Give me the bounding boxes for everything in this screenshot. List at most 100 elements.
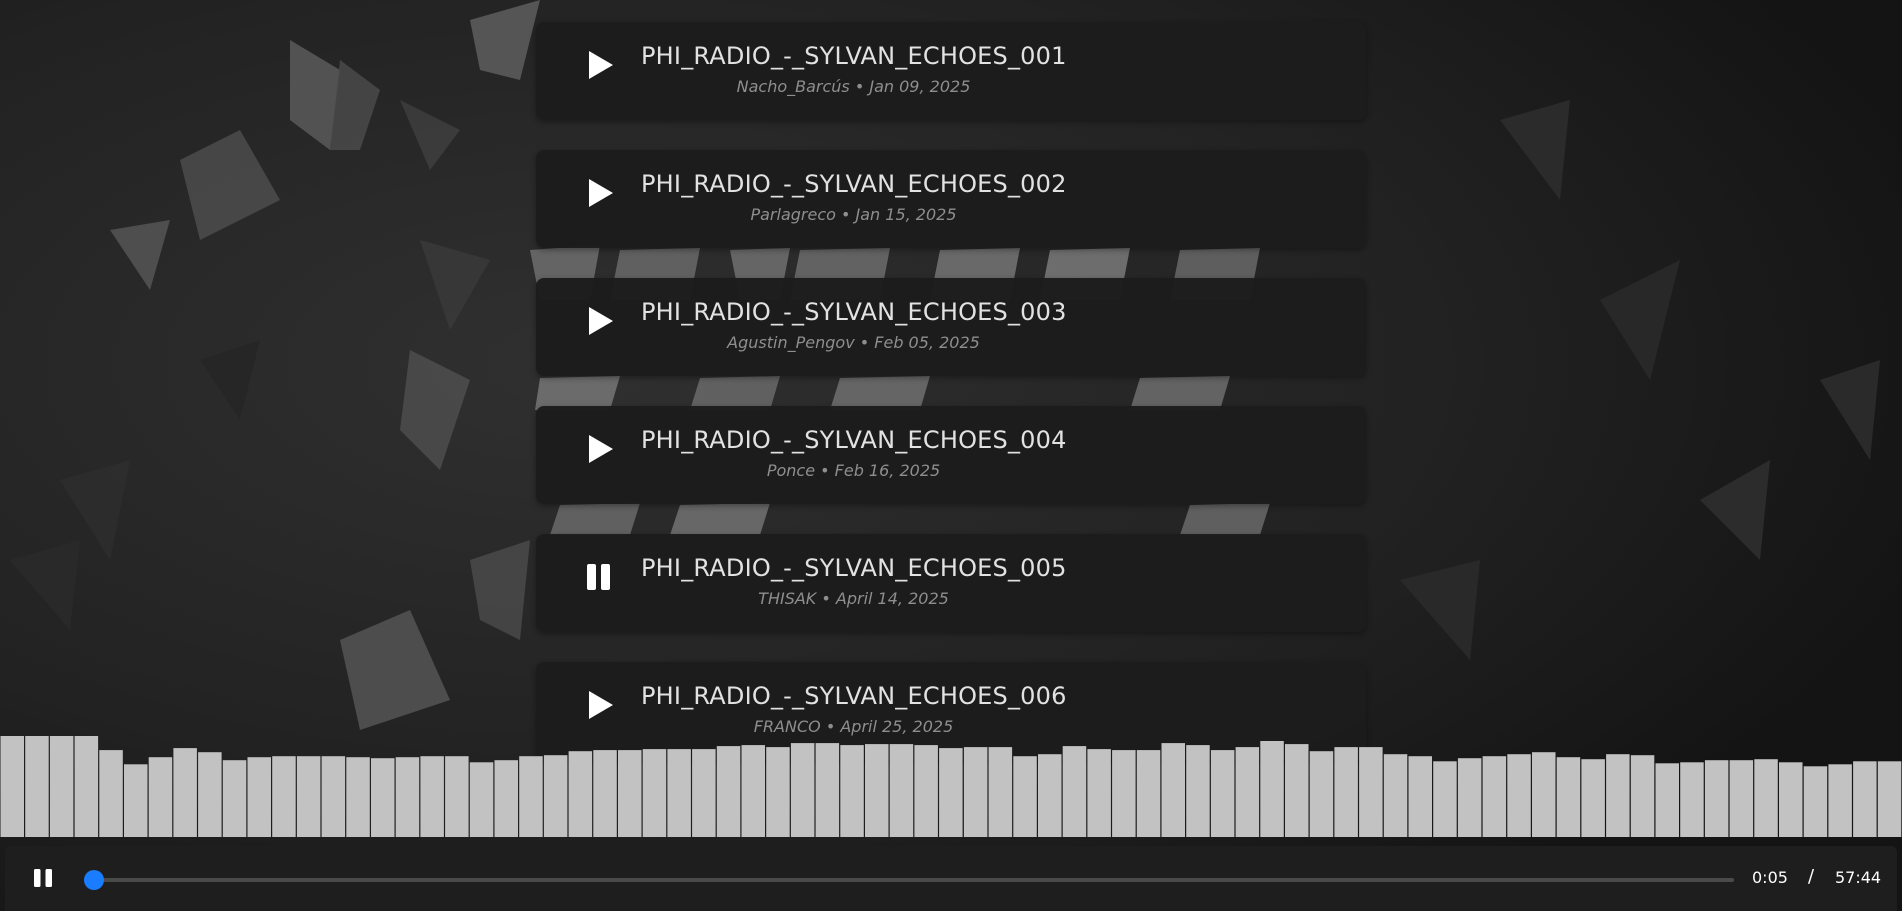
- visualizer-bar: [1655, 763, 1679, 837]
- track-card-005[interactable]: PHI_RADIO_-_SYLVAN_ECHOES_005 THISAK • A…: [536, 534, 1366, 632]
- visualizer-bar: [1038, 754, 1062, 837]
- visualizer-bar: [1581, 759, 1605, 837]
- visualizer-bar: [618, 750, 642, 837]
- visualizer-bar: [494, 760, 518, 837]
- visualizer-bar: [840, 745, 864, 837]
- visualizer-bar: [1383, 754, 1408, 837]
- visualizer-bar: [1112, 750, 1136, 837]
- play-button[interactable]: [582, 432, 616, 466]
- play-button[interactable]: [582, 48, 616, 82]
- visualizer-bar: [99, 750, 123, 837]
- visualizer-bar: [1235, 747, 1260, 837]
- track-title: PHI_RADIO_-_SYLVAN_ECHOES_004: [641, 426, 1067, 454]
- visualizer-bar: [1359, 747, 1383, 837]
- track-meta: Parlagreco • Jan 15, 2025: [750, 205, 957, 224]
- audio-visualizer: [0, 736, 1902, 837]
- visualizer-bar: [1704, 760, 1729, 837]
- track-title: PHI_RADIO_-_SYLVAN_ECHOES_005: [641, 554, 1067, 582]
- visualizer-bar: [1630, 755, 1655, 837]
- visualizer-bar: [1161, 743, 1185, 837]
- pause-icon: [587, 564, 610, 590]
- visualizer-bar: [1013, 756, 1037, 837]
- play-icon: [589, 179, 613, 207]
- play-button[interactable]: [582, 688, 616, 722]
- visualizer-bar: [1136, 750, 1161, 837]
- track-title: PHI_RADIO_-_SYLVAN_ECHOES_006: [641, 682, 1067, 710]
- visualizer-bar: [124, 764, 148, 837]
- visualizer-bar: [1408, 756, 1432, 837]
- visualizer-bar: [543, 755, 568, 837]
- visualizer-bar: [519, 756, 543, 837]
- visualizer-bar: [1087, 749, 1111, 837]
- visualizer-bar: [1334, 747, 1358, 837]
- pause-button[interactable]: [582, 560, 616, 594]
- visualizer-bar: [642, 749, 667, 837]
- play-button[interactable]: [582, 176, 616, 210]
- visualizer-bar: [1285, 744, 1309, 837]
- play-icon: [589, 307, 613, 335]
- visualizer-bar: [667, 749, 691, 837]
- visualizer-bar: [568, 751, 593, 837]
- visualizer-bar: [1507, 754, 1531, 837]
- visualizer-bar: [371, 758, 395, 837]
- player-bar: 0:05 / 57:44: [5, 846, 1897, 911]
- visualizer-bar: [420, 756, 444, 837]
- visualizer-bar: [1877, 761, 1902, 837]
- time-separator: /: [1808, 866, 1815, 887]
- visualizer-bar: [1482, 756, 1507, 837]
- visualizer-bar: [1606, 754, 1630, 837]
- visualizer-bar: [469, 762, 494, 837]
- progress-knob[interactable]: [84, 870, 105, 890]
- visualizer-bar: [1260, 741, 1284, 837]
- play-icon: [589, 691, 613, 719]
- visualizer-bar: [766, 747, 790, 837]
- visualizer-bar: [914, 745, 938, 837]
- visualizer-bar: [790, 743, 815, 837]
- visualizer-bar: [1556, 757, 1581, 837]
- play-button[interactable]: [582, 304, 616, 338]
- visualizer-bar: [593, 750, 617, 837]
- visualizer-bar: [395, 757, 420, 837]
- visualizer-bar: [1853, 761, 1877, 837]
- track-meta: Ponce • Feb 16, 2025: [766, 461, 941, 480]
- visualizer-bar: [1729, 760, 1754, 837]
- play-pause-button[interactable]: [31, 866, 55, 890]
- track-title: PHI_RADIO_-_SYLVAN_ECHOES_001: [641, 42, 1067, 70]
- visualizer-bar: [25, 736, 49, 837]
- visualizer-bar: [445, 756, 469, 837]
- visualizer-bar: [1186, 745, 1210, 837]
- visualizer-bar: [889, 744, 914, 837]
- track-meta: Nacho_Barcús • Jan 09, 2025: [736, 77, 971, 96]
- track-card-003[interactable]: PHI_RADIO_-_SYLVAN_ECHOES_003 Agustin_Pe…: [536, 278, 1366, 376]
- visualizer-bar: [1309, 751, 1334, 837]
- track-list: PHI_RADIO_-_SYLVAN_ECHOES_001 Nacho_Barc…: [536, 22, 1366, 790]
- visualizer-bar: [74, 736, 99, 837]
- track-title: PHI_RADIO_-_SYLVAN_ECHOES_002: [641, 170, 1067, 198]
- visualizer-bar: [1754, 759, 1778, 837]
- visualizer-bar: [1803, 766, 1828, 837]
- track-card-004[interactable]: PHI_RADIO_-_SYLVAN_ECHOES_004 Ponce • Fe…: [536, 406, 1366, 504]
- visualizer-bar: [741, 745, 765, 837]
- visualizer-bar: [1210, 750, 1235, 837]
- visualizer-bar: [1680, 762, 1704, 837]
- visualizer-bar: [222, 760, 247, 837]
- track-card-001[interactable]: PHI_RADIO_-_SYLVAN_ECHOES_001 Nacho_Barc…: [536, 22, 1366, 120]
- visualizer-bar: [49, 736, 74, 837]
- visualizer-bar: [865, 744, 889, 837]
- visualizer-bar: [173, 748, 197, 837]
- track-card-002[interactable]: PHI_RADIO_-_SYLVAN_ECHOES_002 Parlagreco…: [536, 150, 1366, 248]
- track-meta: THISAK • April 14, 2025: [758, 589, 949, 608]
- visualizer-bar: [0, 736, 24, 837]
- visualizer-bar: [1532, 752, 1556, 837]
- visualizer-bar: [272, 756, 296, 837]
- visualizer-bar: [815, 743, 840, 837]
- visualizer-bar: [1062, 746, 1087, 837]
- progress-bar[interactable]: [84, 870, 1734, 890]
- visualizer-bar: [692, 749, 716, 837]
- visualizer-bar: [988, 747, 1013, 837]
- visualizer-bar: [198, 752, 222, 837]
- play-icon: [589, 435, 613, 463]
- visualizer-bar: [939, 748, 963, 837]
- current-time: 0:05: [1752, 868, 1788, 887]
- track-title: PHI_RADIO_-_SYLVAN_ECHOES_003: [641, 298, 1067, 326]
